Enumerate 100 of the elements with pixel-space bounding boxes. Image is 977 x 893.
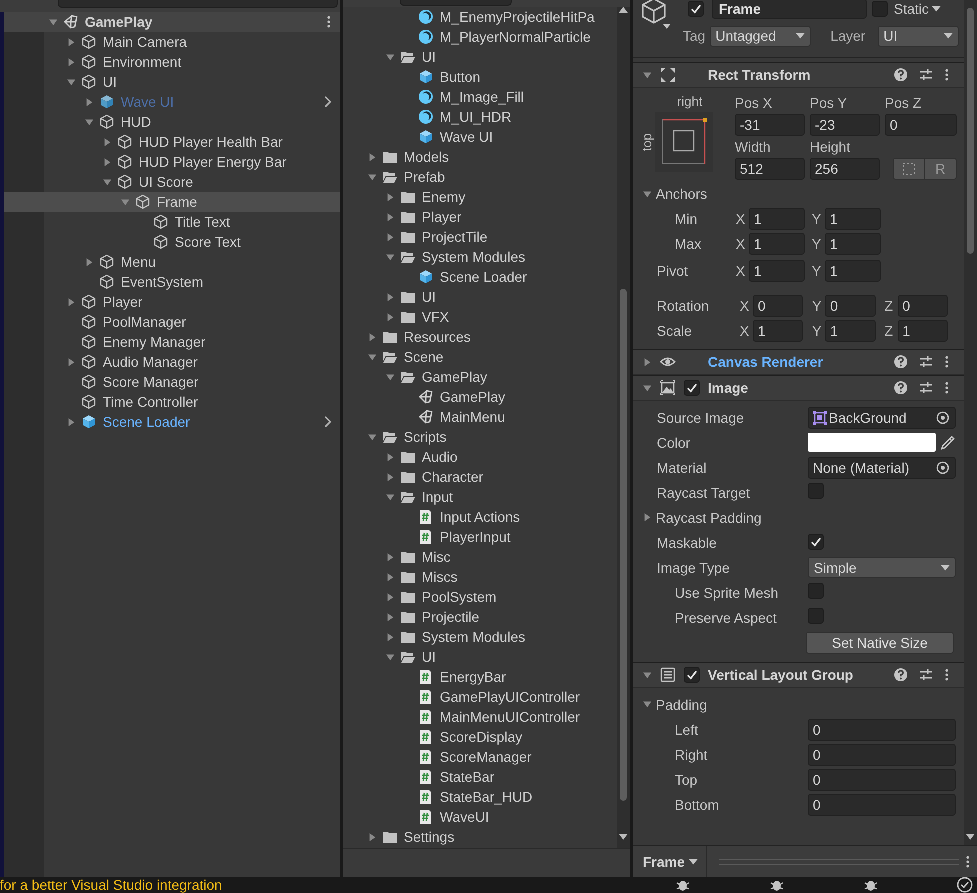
number-field[interactable]: 0 (808, 718, 956, 740)
project-item[interactable]: ScoreManager (343, 747, 617, 767)
checkbox[interactable] (808, 608, 824, 624)
collapse-arrow-icon[interactable] (643, 70, 652, 80)
project-item[interactable]: VFX (343, 307, 617, 327)
expand-arrow-icon[interactable] (67, 358, 76, 366)
hierarchy-item[interactable]: UI Score (4, 172, 340, 192)
collapse-arrow-icon[interactable] (368, 432, 377, 442)
number-field[interactable]: 256 (810, 158, 880, 180)
hierarchy-item[interactable]: Enemy Manager (4, 332, 340, 352)
number-field[interactable]: 0 (808, 768, 956, 790)
checkbox[interactable] (684, 380, 700, 396)
expand-arrow-icon[interactable] (368, 832, 377, 842)
foldout-label[interactable]: Padding (633, 696, 808, 712)
checkbox[interactable] (808, 483, 824, 499)
hierarchy-item[interactable]: Score Text (4, 232, 340, 252)
expand-arrow-icon[interactable] (386, 552, 395, 562)
expand-arrow-icon[interactable] (67, 418, 76, 426)
project-item[interactable]: Prefab (343, 167, 617, 187)
collapse-arrow-icon[interactable] (368, 172, 377, 182)
number-field[interactable]: 1 (825, 320, 876, 342)
number-field[interactable]: 1 (825, 260, 881, 282)
collapse-arrow-icon[interactable] (121, 198, 130, 206)
expand-arrow-icon[interactable] (85, 98, 94, 106)
scroll-down-arrow-icon[interactable] (966, 834, 975, 840)
expand-arrow-icon[interactable] (368, 332, 377, 342)
help-icon[interactable] (894, 68, 908, 82)
project-item[interactable]: M_Image_Fill (343, 87, 617, 107)
project-item[interactable]: Miscs (343, 567, 617, 587)
expand-arrow-icon[interactable] (643, 358, 652, 366)
collapse-arrow-icon[interactable] (368, 352, 377, 362)
hierarchy-item[interactable]: HUD Player Energy Bar (4, 152, 340, 172)
hierarchy-item[interactable]: Environment (4, 52, 340, 72)
name-field[interactable]: Frame (712, 0, 867, 19)
collapse-arrow-icon[interactable] (49, 18, 58, 26)
chevron-right-icon[interactable] (324, 416, 332, 428)
project-item[interactable]: Misc (343, 547, 617, 567)
number-field[interactable]: 0 (825, 294, 876, 316)
expand-arrow-icon[interactable] (103, 158, 112, 166)
scrollbar[interactable] (964, 0, 977, 845)
number-field[interactable]: 0 (753, 294, 804, 316)
hierarchy-item[interactable]: UI (4, 72, 340, 92)
check-circle-icon[interactable] (957, 877, 973, 893)
expand-arrow-icon[interactable] (67, 298, 76, 306)
project-item[interactable]: Button (343, 67, 617, 87)
project-item[interactable]: GamePlay (343, 387, 617, 407)
static-dropdown[interactable]: Static (894, 1, 942, 17)
project-item[interactable]: System Modules (343, 247, 617, 267)
number-field[interactable]: 0 (885, 114, 957, 136)
expand-arrow-icon[interactable] (386, 292, 395, 302)
collapse-arrow-icon[interactable] (643, 700, 652, 709)
number-field[interactable]: 0 (808, 794, 956, 816)
object-field[interactable]: None (Material) (808, 456, 956, 478)
chevron-right-icon[interactable] (324, 96, 332, 108)
more-icon[interactable] (326, 15, 332, 29)
checkbox[interactable] (872, 1, 888, 17)
tag-dropdown[interactable]: Untagged (710, 26, 811, 46)
scrollbar[interactable] (617, 7, 630, 848)
checkbox[interactable] (688, 1, 704, 17)
expand-arrow-icon[interactable] (386, 452, 395, 462)
project-item[interactable]: Enemy (343, 187, 617, 207)
color-swatch[interactable] (808, 433, 936, 452)
project-item[interactable]: M_EnemyProjectileHitPa (343, 7, 617, 27)
number-field[interactable]: 0 (898, 294, 948, 316)
collapse-arrow-icon[interactable] (103, 178, 112, 186)
project-item[interactable]: Audio (343, 447, 617, 467)
collapse-arrow-icon[interactable] (386, 492, 395, 502)
hierarchy-item[interactable]: Time Controller (4, 392, 340, 412)
checkbox[interactable] (808, 583, 824, 599)
project-item[interactable]: Models (343, 147, 617, 167)
object-field[interactable]: BackGround (808, 406, 956, 428)
project-item[interactable]: StateBar_HUD (343, 787, 617, 807)
project-item[interactable]: M_PlayerNormalParticle (343, 27, 617, 47)
number-field[interactable]: 1 (749, 260, 805, 282)
collapse-arrow-icon[interactable] (643, 190, 652, 198)
hierarchy-item[interactable]: Main Camera (4, 32, 340, 52)
project-item[interactable]: Scene Loader (343, 267, 617, 287)
blueprint-mode-button[interactable] (893, 158, 925, 180)
expand-arrow-icon[interactable] (643, 513, 652, 522)
expand-arrow-icon[interactable] (85, 258, 94, 266)
project-item[interactable]: Scripts (343, 427, 617, 447)
project-item[interactable]: GamePlayUIController (343, 687, 617, 707)
sliders-icon[interactable] (919, 381, 933, 395)
scroll-up-arrow-icon[interactable] (619, 7, 628, 13)
project-item[interactable]: WaveUI (343, 807, 617, 827)
project-item[interactable]: EnergyBar (343, 667, 617, 687)
hierarchy-item[interactable]: Menu (4, 252, 340, 272)
hierarchy-item[interactable]: Audio Manager (4, 352, 340, 372)
more-icon[interactable] (944, 668, 950, 682)
number-field[interactable]: 1 (898, 320, 948, 342)
expand-arrow-icon[interactable] (103, 138, 112, 146)
hierarchy-item[interactable]: Scene Loader (4, 412, 340, 432)
hierarchy-item[interactable]: EventSystem (4, 272, 340, 292)
hierarchy-item[interactable]: Player (4, 292, 340, 312)
eyedropper-icon[interactable] (940, 434, 956, 450)
more-icon[interactable] (965, 854, 971, 868)
object-picker-icon[interactable] (936, 460, 950, 474)
collapse-arrow-icon[interactable] (386, 252, 395, 262)
hierarchy-item[interactable]: Score Manager (4, 372, 340, 392)
hierarchy-item[interactable]: GamePlay (4, 12, 340, 32)
